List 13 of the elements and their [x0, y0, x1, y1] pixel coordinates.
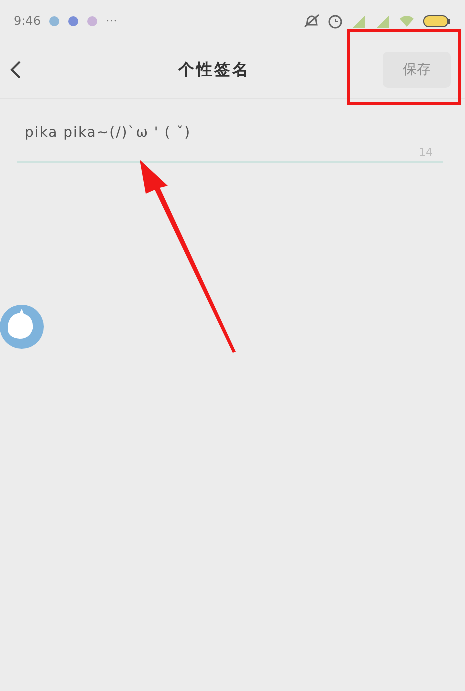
wifi-icon	[399, 15, 415, 27]
status-time: 9:46	[14, 14, 41, 28]
notification-icon	[48, 16, 60, 26]
page-title: 个性签名	[177, 60, 252, 80]
back-icon	[10, 60, 22, 80]
signal-icon	[375, 14, 391, 28]
alarm-icon	[328, 14, 343, 28]
notification-icon	[86, 16, 98, 26]
signal-icon	[351, 14, 367, 28]
more-indicator: ···	[106, 14, 118, 28]
mute-icon	[304, 14, 320, 28]
battery-icon	[423, 14, 451, 28]
notification-icon	[68, 16, 79, 26]
